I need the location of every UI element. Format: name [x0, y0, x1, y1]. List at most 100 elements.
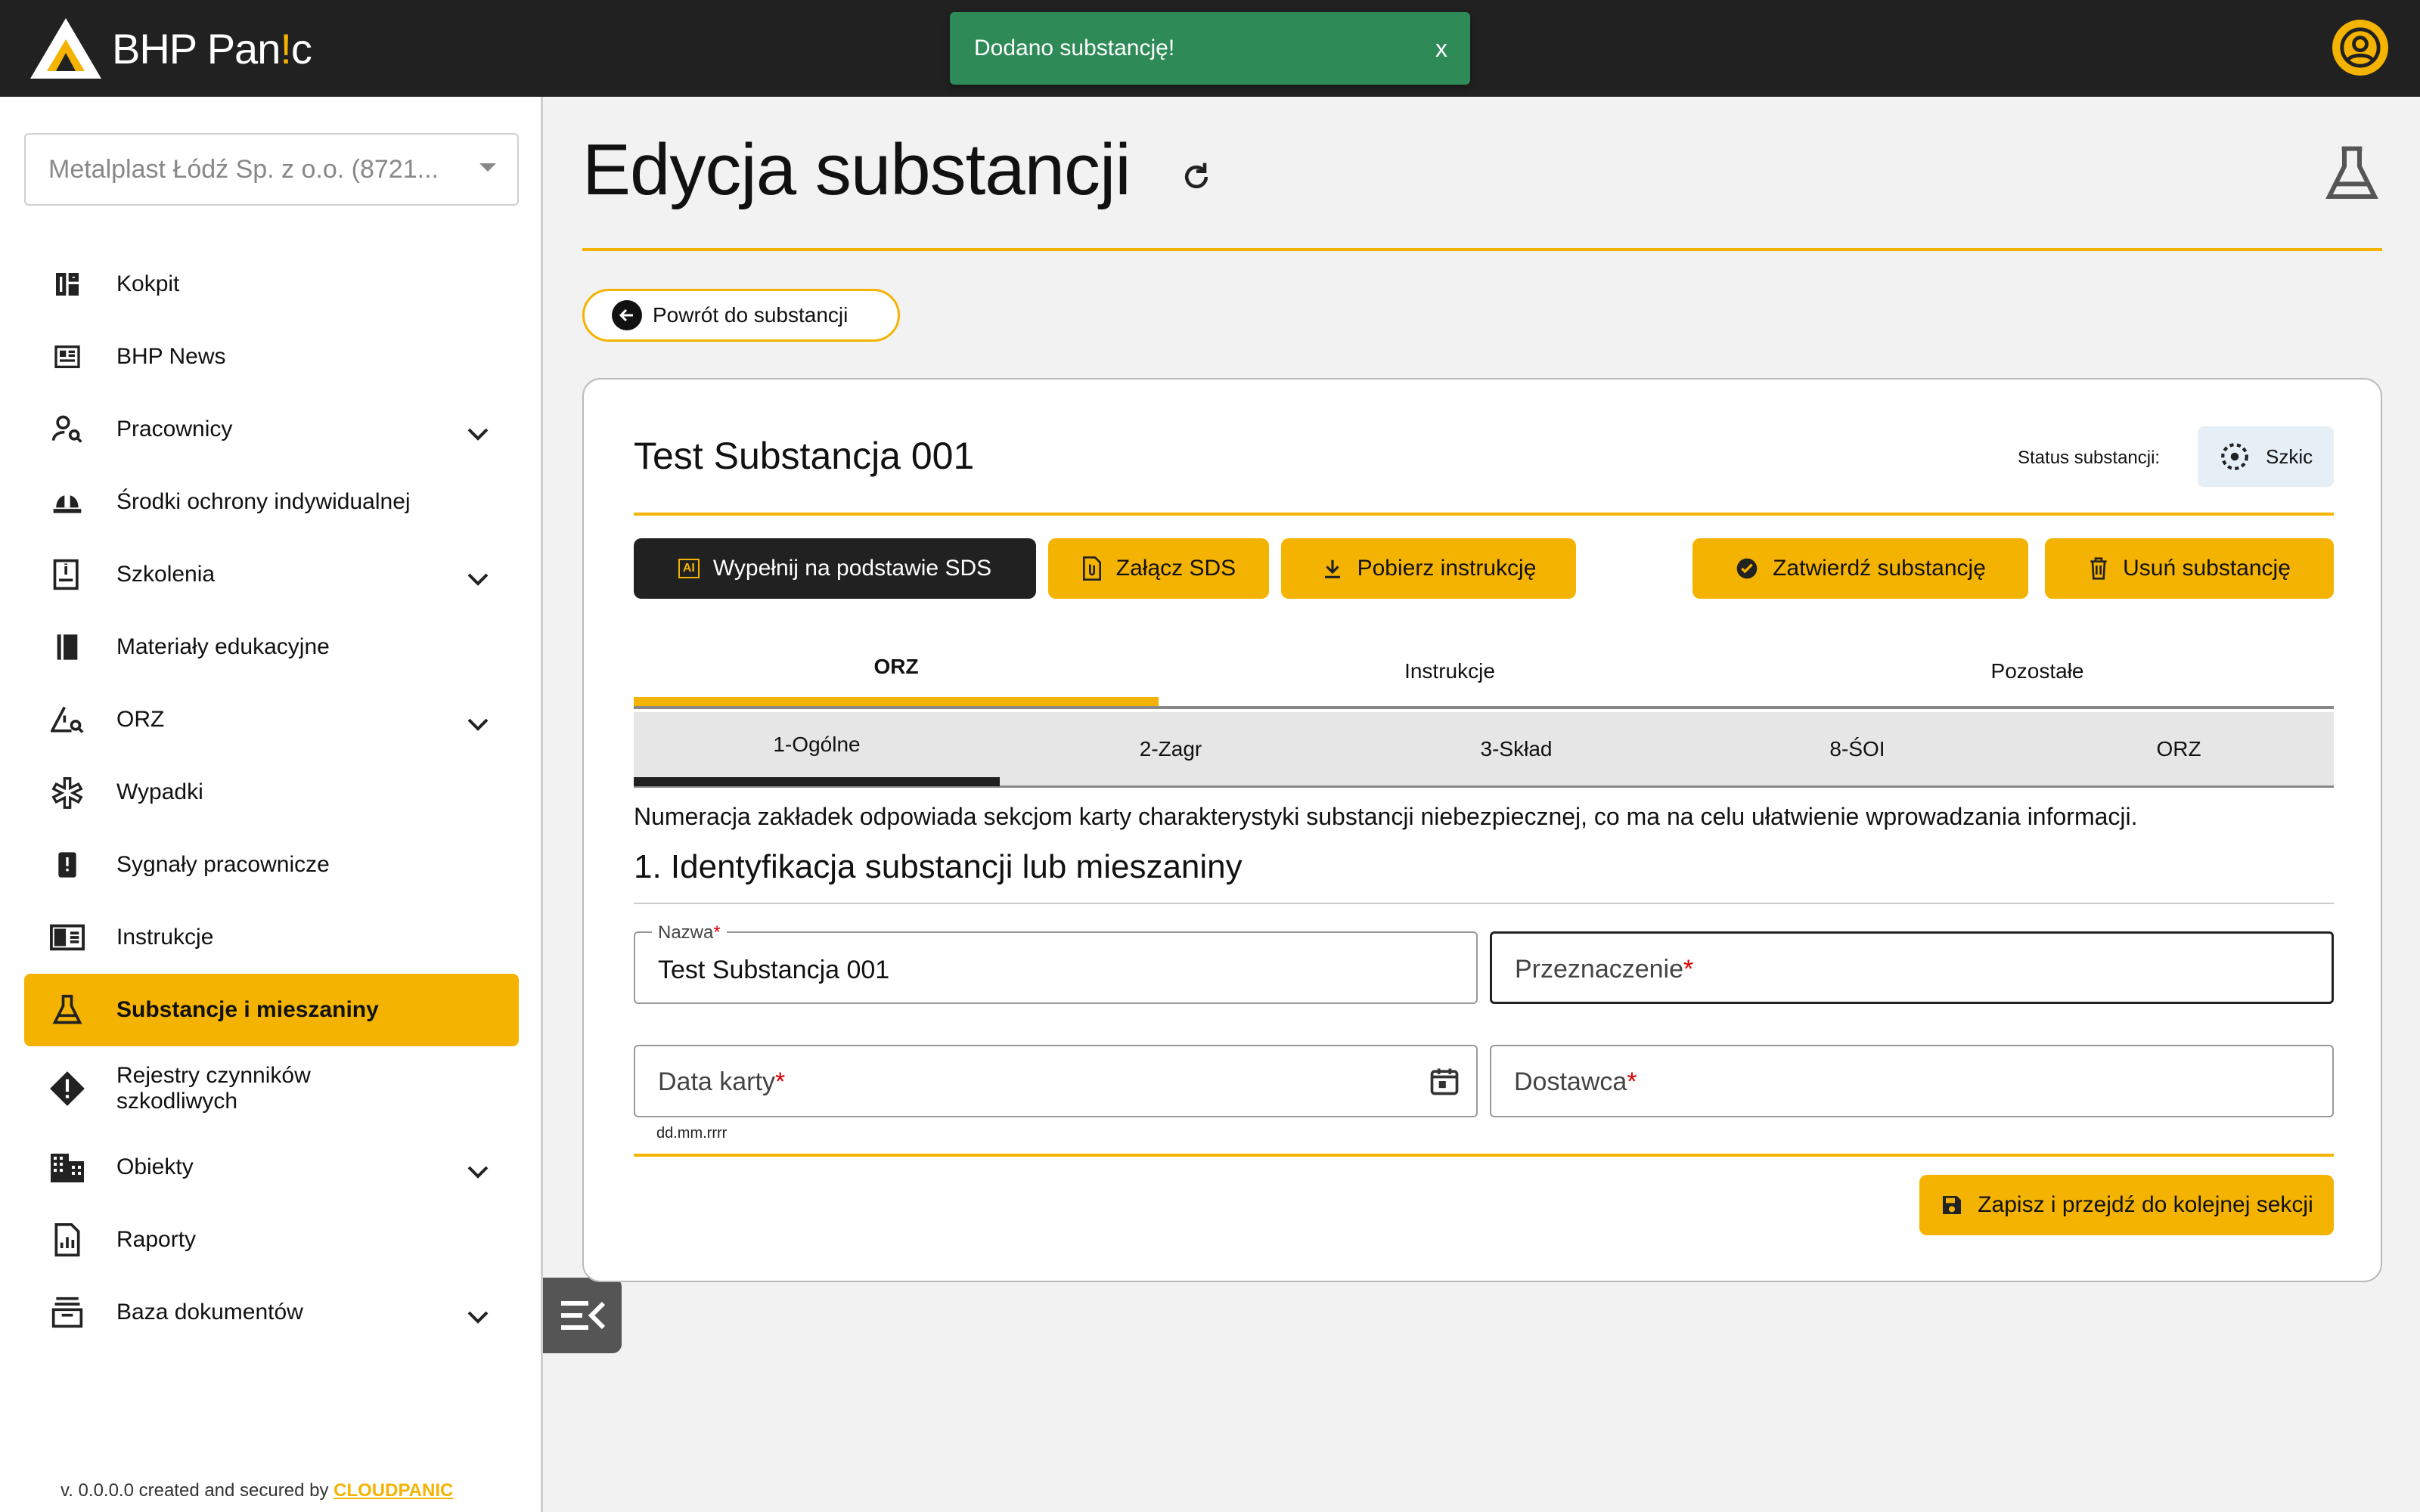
sidebar-item-obiekty[interactable]: Obiekty — [24, 1131, 519, 1204]
supplier-field[interactable]: Dostawca* — [1490, 1045, 2334, 1117]
cloudpanic-link[interactable]: CLOUDPANIC — [334, 1480, 453, 1501]
card-divider — [634, 513, 2334, 516]
ai-icon: AI — [678, 559, 700, 578]
status-label: Status substancji: — [2018, 448, 2161, 468]
tab-zagr[interactable]: 2-Zagr — [1000, 712, 1342, 786]
sidebar-item-label: Szkolenia — [116, 562, 216, 587]
tab-orz-section[interactable]: ORZ — [2024, 712, 2334, 786]
app-logo[interactable]: BHP Pan!c — [29, 17, 312, 80]
sidebar-item-raporty[interactable]: Raporty — [24, 1204, 519, 1276]
calendar-icon[interactable] — [1428, 1064, 1461, 1101]
toast-close-button[interactable]: x — [1435, 35, 1447, 63]
sidebar-item-label: Pracownicy — [116, 417, 233, 442]
dropdown-arrow-icon — [479, 163, 496, 172]
tab-orz[interactable]: ORZ — [634, 637, 1159, 706]
collapse-sidebar-button[interactable] — [543, 1278, 622, 1353]
approve-substance-button[interactable]: Zatwierdź substancję — [1692, 538, 2028, 599]
toast-message: Dodano substancję! — [974, 36, 1175, 60]
tab-pozostale[interactable]: Pozostałe — [1741, 637, 2334, 706]
refresh-icon[interactable] — [1180, 160, 1213, 197]
sidebar-item-label: Obiekty — [116, 1154, 194, 1179]
download-instruction-label: Pobierz instrukcję — [1357, 556, 1537, 581]
section-info-text: Numeracja zakładek odpowiada sekcjom kar… — [634, 803, 2138, 830]
save-icon — [1943, 1196, 1962, 1214]
sidebar-item-label: Instrukcje — [116, 925, 214, 950]
save-and-next-button[interactable]: Zapisz i przejdź do kolejnej sekcji — [1919, 1175, 2334, 1235]
download-instruction-button[interactable]: Pobierz instrukcję — [1281, 538, 1576, 599]
section-heading: 1. Identyfikacja substancji lub mieszani… — [634, 848, 1243, 885]
sidebar-nav: Kokpit BHP News Pracownicy Środki ochron… — [24, 248, 519, 1349]
medical-star-icon — [48, 773, 86, 811]
back-to-substances-button[interactable]: Powrót do substancji — [582, 289, 900, 342]
sidebar-item-label: Raporty — [116, 1227, 197, 1252]
required-mark: * — [774, 1067, 786, 1096]
chevron-down-icon — [467, 422, 489, 448]
sidebar-item-label: Kokpit — [116, 271, 180, 296]
person-search-icon — [48, 411, 86, 448]
purpose-field-placeholder: Przeznaczenie* — [1515, 955, 1693, 984]
status-value: Szkic — [2266, 445, 2313, 468]
sidebar-item-wypadki[interactable]: Wypadki — [24, 756, 519, 829]
title-divider — [582, 248, 2382, 251]
report-chart-icon — [48, 1221, 86, 1259]
chevron-down-icon — [467, 712, 489, 738]
sidebar-item-soi[interactable]: Środki ochrony indywidualnej — [24, 466, 519, 538]
card-date-field[interactable]: Data karty* — [634, 1045, 1478, 1117]
supplier-label-text: Dostawca — [1514, 1067, 1627, 1096]
sidebar-item-orz[interactable]: ORZ — [24, 683, 519, 756]
required-mark: * — [713, 922, 721, 943]
form-divider — [634, 1154, 2334, 1157]
supplier-field-placeholder: Dostawca* — [1514, 1067, 1637, 1097]
action-bar: AI Wypełnij na podstawie SDS Załącz SDS … — [634, 538, 2334, 599]
name-field-label: Nazwa* — [652, 922, 727, 943]
name-label-text: Nazwa — [658, 922, 714, 943]
newspaper-icon — [48, 338, 86, 376]
purpose-field[interactable]: Przeznaczenie* — [1490, 931, 2334, 1004]
account-icon[interactable] — [2332, 20, 2388, 76]
sidebar-item-label: Rejestry czynników szkodliwych — [116, 1063, 311, 1114]
company-select[interactable]: Metalplast Łódź Sp. z o.o. (8721... — [24, 133, 519, 206]
required-mark: * — [1683, 955, 1694, 984]
chevron-down-icon — [467, 1305, 489, 1331]
sidebar: Metalplast Łódź Sp. z o.o. (8721... Kokp… — [0, 97, 543, 1512]
sidebar-item-label: ORZ — [116, 707, 165, 732]
sidebar-item-label: Sygnały pracownicze — [116, 852, 330, 877]
sidebar-item-materialy[interactable]: Materiały edukacyjne — [24, 611, 519, 683]
success-toast: Dodano substancję! x — [950, 12, 1470, 85]
tab-instrukcje[interactable]: Instrukcje — [1159, 637, 1741, 706]
report-icon — [48, 846, 86, 884]
trash-icon — [2090, 557, 2107, 580]
sidebar-item-szkolenia[interactable]: Szkolenia — [24, 538, 519, 611]
sidebar-item-instrukcje[interactable]: Instrukcje — [24, 901, 519, 974]
sidebar-item-rejestry[interactable]: Rejestry czynników szkodliwych — [24, 1046, 519, 1131]
sidebar-item-baza-dokumentow[interactable]: Baza dokumentów — [24, 1276, 519, 1349]
tab-ogolne[interactable]: 1-Ogólne — [634, 712, 1000, 786]
sidebar-item-kokpit[interactable]: Kokpit — [24, 248, 519, 321]
date-format-hint: dd.mm.rrrr — [656, 1125, 728, 1142]
draft-status-icon — [2221, 443, 2248, 470]
warning-search-icon — [48, 701, 86, 739]
name-field[interactable]: Nazwa* Test Substancja 001 — [634, 922, 1478, 1004]
tab-sklad[interactable]: 3-Skład — [1342, 712, 1691, 786]
fill-from-sds-button[interactable]: AI Wypełnij na podstawie SDS — [634, 538, 1036, 599]
sidebar-item-bhp-news[interactable]: BHP News — [24, 321, 519, 393]
arrow-left-icon — [612, 300, 642, 330]
instructions-icon — [48, 919, 86, 956]
name-field-value: Test Substancja 001 — [658, 956, 890, 984]
sidebar-item-sygnaly[interactable]: Sygnały pracownicze — [24, 829, 519, 901]
sidebar-item-substancje[interactable]: Substancje i mieszaniny — [24, 974, 519, 1046]
delete-label: Usuń substancję — [2123, 556, 2291, 581]
version-footer: v. 0.0.0.0 created and secured by CLOUDP… — [60, 1480, 453, 1501]
delete-substance-button[interactable]: Usuń substancję — [2045, 538, 2334, 599]
logo-triangle-icon — [30, 18, 101, 79]
substance-card: Test Substancja 001 Status substancji: S… — [582, 378, 2382, 1282]
save-button-label: Zapisz i przejdź do kolejnej sekcji — [1978, 1192, 2313, 1217]
attach-sds-button[interactable]: Załącz SDS — [1048, 538, 1269, 599]
page-title: Edycja substancji — [582, 129, 1131, 210]
required-mark: * — [1627, 1067, 1637, 1096]
approve-label: Zatwierdź substancję — [1773, 556, 1986, 581]
sidebar-item-pracownicy[interactable]: Pracownicy — [24, 393, 519, 466]
back-button-label: Powrót do substancji — [653, 303, 849, 327]
tab-soi[interactable]: 8-ŚOI — [1691, 712, 2024, 786]
book-icon — [48, 628, 86, 666]
